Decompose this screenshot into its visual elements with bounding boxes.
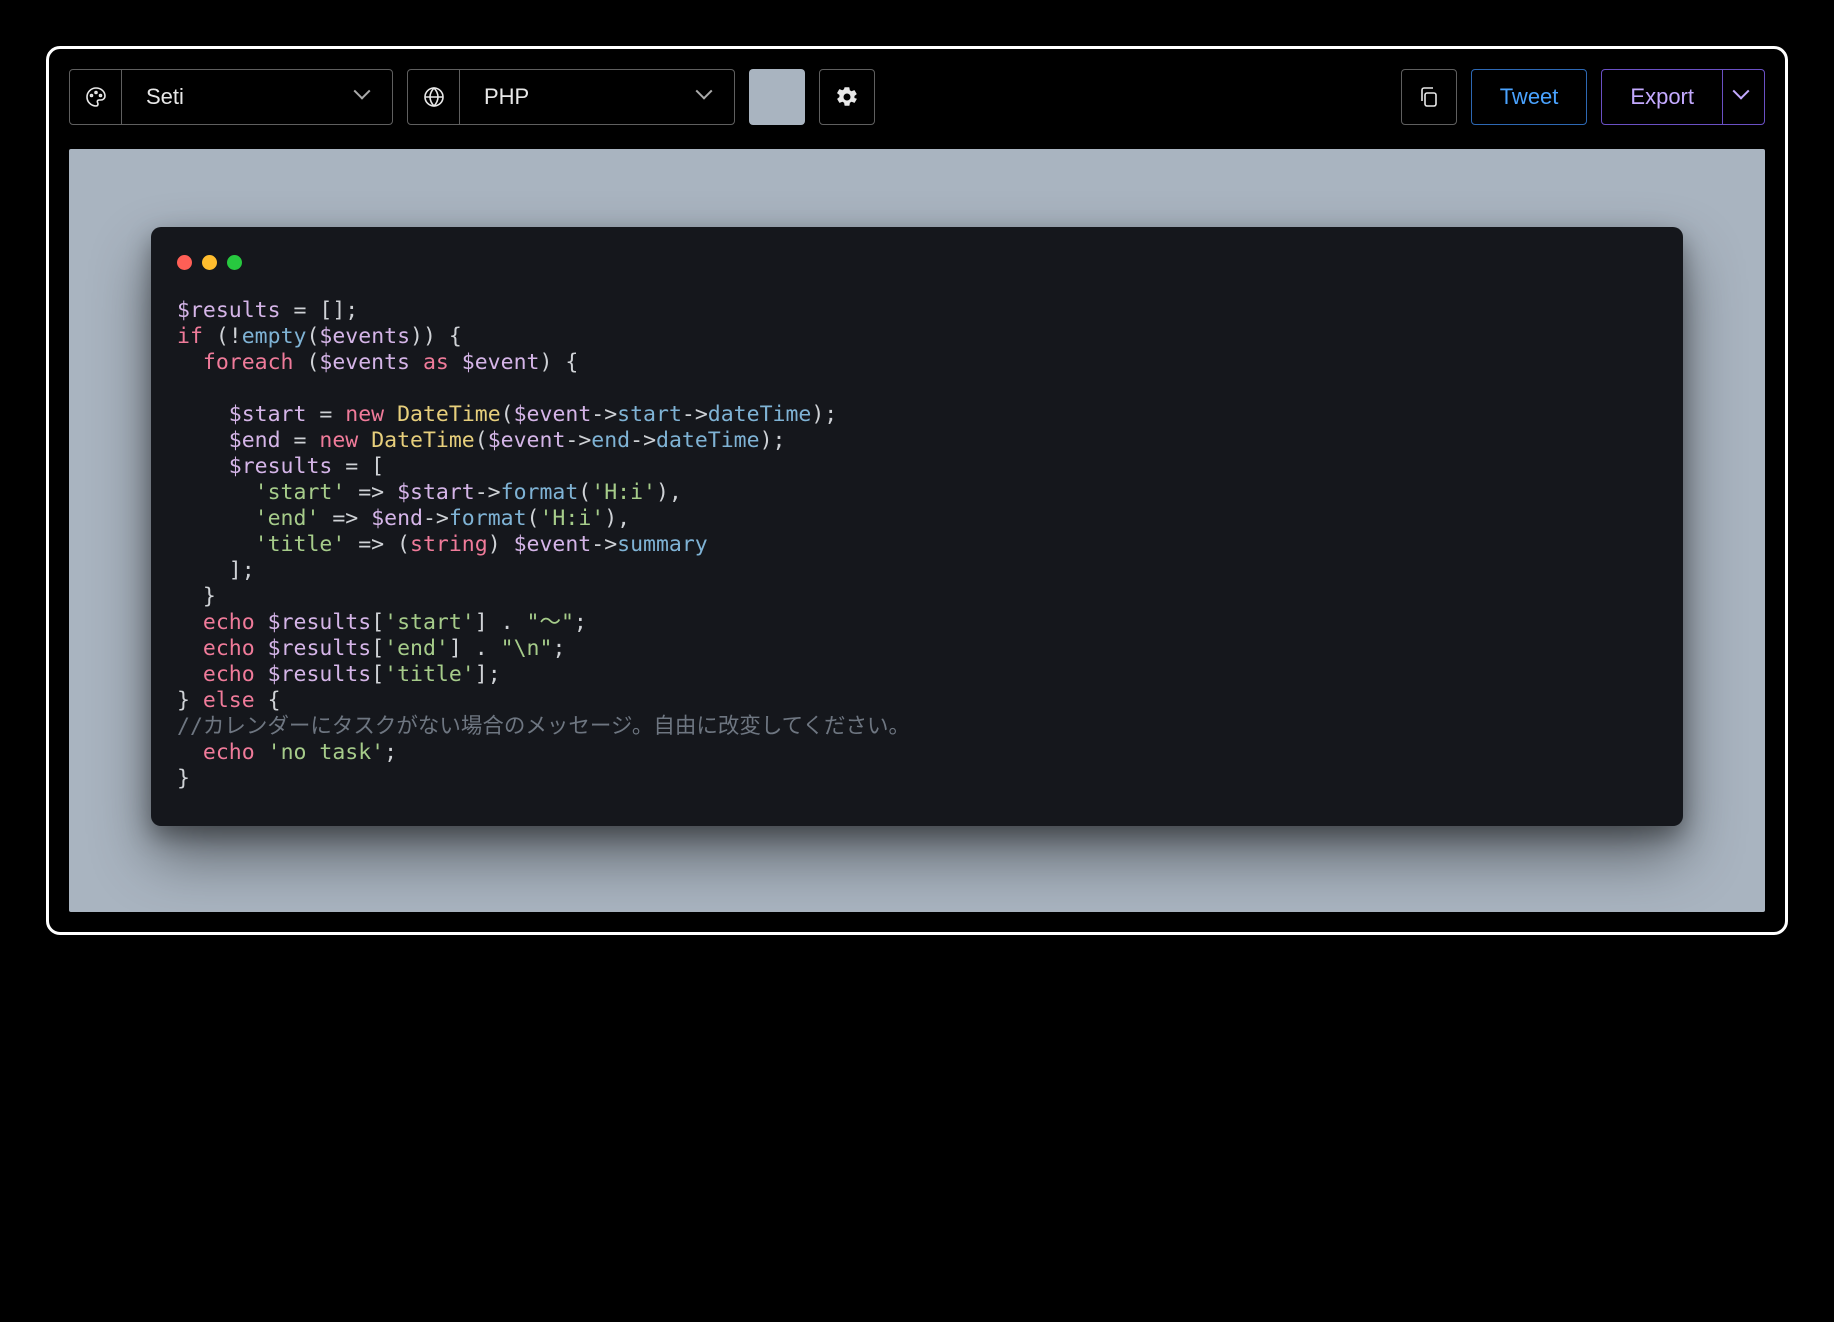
theme-select[interactable]: Seti <box>122 70 392 124</box>
zoom-dot-icon <box>227 255 242 270</box>
copy-button[interactable] <box>1401 69 1457 125</box>
code-editor[interactable]: $results = []; if (!empty($events)) { fo… <box>177 298 1657 792</box>
chevron-down-icon <box>356 88 374 106</box>
palette-icon <box>70 70 122 124</box>
export-button-group: Export <box>1601 69 1765 125</box>
background-color-picker[interactable] <box>749 69 805 125</box>
toolbar: Seti PHP Tweet Export <box>69 69 1765 125</box>
close-dot-icon <box>177 255 192 270</box>
canvas-area: $results = []; if (!empty($events)) { fo… <box>69 149 1765 912</box>
chevron-down-icon <box>698 88 716 106</box>
theme-select-value: Seti <box>146 84 184 110</box>
gear-icon <box>835 85 859 109</box>
settings-button[interactable] <box>819 69 875 125</box>
language-select-value: PHP <box>484 84 529 110</box>
language-select-group: PHP <box>407 69 735 125</box>
copy-icon <box>1417 85 1441 109</box>
window-traffic-lights <box>177 255 1657 270</box>
tweet-button[interactable]: Tweet <box>1471 69 1588 125</box>
theme-select-group: Seti <box>69 69 393 125</box>
language-select[interactable]: PHP <box>460 70 734 124</box>
export-button[interactable]: Export <box>1602 84 1722 110</box>
code-window: $results = []; if (!empty($events)) { fo… <box>151 227 1683 826</box>
minimize-dot-icon <box>202 255 217 270</box>
app-frame: Seti PHP Tweet Export <box>46 46 1788 935</box>
globe-icon <box>408 70 460 124</box>
export-button-label: Export <box>1630 84 1694 109</box>
chevron-down-icon <box>1735 88 1753 106</box>
export-menu-toggle[interactable] <box>1722 70 1764 124</box>
tweet-button-label: Tweet <box>1500 84 1559 110</box>
